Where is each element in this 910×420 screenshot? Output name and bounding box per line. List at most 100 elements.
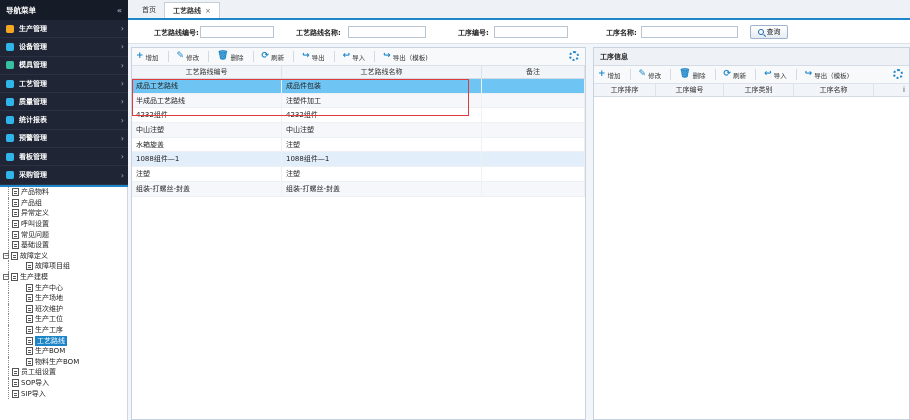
tree-item[interactable]: SOP导入 bbox=[0, 377, 127, 389]
export-template-label: 导出（模板) bbox=[392, 53, 428, 62]
tree-item[interactable]: 生产BOM bbox=[0, 345, 127, 357]
process-name-label: 工序名称: bbox=[606, 29, 637, 37]
tree-item[interactable]: SIP导入 bbox=[0, 388, 127, 399]
tree-item[interactable]: 产品物料 bbox=[0, 187, 127, 198]
tree-item[interactable]: 员工组设置 bbox=[0, 367, 127, 378]
col-route-name[interactable]: 工艺路线名称 bbox=[282, 66, 482, 78]
document-icon bbox=[12, 378, 19, 387]
sidebar-item-2[interactable]: 模具管理 › bbox=[0, 57, 128, 75]
tree-item[interactable]: 物料生产BOM bbox=[0, 356, 127, 368]
export-template-button[interactable]: ↪ 导出（模板) bbox=[383, 52, 428, 62]
export-button[interactable]: ↪ 导出 bbox=[302, 52, 325, 62]
refresh-button[interactable]: ⟳ 刷新 bbox=[724, 70, 747, 80]
sidebar-item-1[interactable]: 设备管理 › bbox=[0, 38, 128, 57]
tree-item-label: 故障定义 bbox=[20, 251, 48, 260]
add-button[interactable]: + 增加 bbox=[136, 52, 159, 62]
process-name-input[interactable] bbox=[641, 26, 738, 38]
col-route-code[interactable]: 工艺路线编号 bbox=[132, 66, 282, 78]
chevron-right-icon: › bbox=[120, 97, 124, 107]
route-name-input[interactable] bbox=[348, 26, 426, 38]
table-cell: 组装-打螺丝-封盖 bbox=[282, 181, 482, 196]
close-icon[interactable]: × bbox=[205, 7, 211, 15]
tree-line bbox=[8, 218, 9, 230]
add-button[interactable]: + 增加 bbox=[598, 70, 621, 80]
tab-process-route[interactable]: 工艺路线 × bbox=[164, 2, 220, 18]
gear-icon[interactable] bbox=[893, 69, 903, 79]
chevron-right-icon: › bbox=[120, 42, 124, 52]
sidebar-item-label: 模具管理 bbox=[19, 61, 47, 70]
table-row[interactable]: 4232组件 4232组件 bbox=[132, 108, 585, 124]
tree-item-label: 产品物料 bbox=[21, 188, 49, 197]
export-template-icon: ↪ bbox=[804, 69, 813, 79]
table-cell bbox=[482, 137, 585, 152]
toolbar-divider bbox=[333, 51, 335, 62]
import-label: 导入 bbox=[352, 53, 366, 62]
sidebar-item-7[interactable]: 看板管理 › bbox=[0, 148, 128, 167]
export-icon: ↪ bbox=[302, 51, 310, 61]
tree-line bbox=[8, 239, 9, 251]
tree-item[interactable]: 工艺路线 bbox=[0, 335, 127, 346]
sidebar-item-0[interactable]: 生产管理 › bbox=[0, 20, 128, 39]
tree-line bbox=[8, 377, 9, 389]
sidebar-item-4[interactable]: 质量管理 › bbox=[0, 93, 128, 112]
table-row[interactable]: 中山注塑 中山注塑 bbox=[132, 123, 585, 138]
tree-item[interactable]: 生产场地 bbox=[0, 292, 127, 304]
tree-item[interactable]: 产品组 bbox=[0, 197, 127, 209]
collapse-icon[interactable]: « bbox=[117, 6, 122, 15]
table-row[interactable]: 水箱旋盖 注塑 bbox=[132, 137, 585, 153]
sidebar-item-3[interactable]: 工艺管理 › bbox=[0, 75, 128, 94]
table-row[interactable]: 注塑 注塑 bbox=[132, 167, 585, 182]
edit-label: 修改 bbox=[186, 53, 200, 62]
route-code-input[interactable] bbox=[200, 26, 274, 38]
tree-line bbox=[8, 367, 9, 378]
tab-home[interactable]: 首页 bbox=[134, 2, 164, 18]
gear-icon[interactable] bbox=[569, 51, 579, 61]
tree-item[interactable]: − 生产建模 bbox=[0, 271, 127, 283]
sidebar-item-5[interactable]: 统计报表 › bbox=[0, 111, 128, 130]
tree-item-label: 生产中心 bbox=[35, 283, 63, 292]
tree-item[interactable]: 生产工位 bbox=[0, 314, 127, 325]
gear-icon bbox=[6, 24, 14, 33]
refresh-button[interactable]: ⟳ 刷新 bbox=[262, 52, 285, 62]
delete-label: 删除 bbox=[230, 53, 244, 62]
tree-line bbox=[8, 303, 9, 315]
edit-button[interactable]: ✎ 修改 bbox=[177, 52, 200, 62]
delete-label: 删除 bbox=[692, 71, 706, 80]
tree-item[interactable]: 常见问题 bbox=[0, 229, 127, 240]
process-code-input[interactable] bbox=[494, 26, 568, 38]
col-process-type[interactable]: 工序类别 bbox=[724, 84, 794, 96]
sidebar-item-8[interactable]: 采购管理 › bbox=[0, 166, 128, 185]
edit-button[interactable]: ✎ 修改 bbox=[639, 70, 662, 80]
refresh-icon: ⟳ bbox=[723, 69, 732, 79]
tree-item[interactable]: − 故障定义 bbox=[0, 250, 127, 262]
table-row[interactable]: 成品工艺路线 成品件包装 bbox=[132, 79, 585, 94]
table-row[interactable]: 1088组件—1 1088组件—1 bbox=[132, 152, 585, 168]
tree-item[interactable]: 呼叫设置 bbox=[0, 218, 127, 230]
delete-button[interactable]: 🗑 删除 bbox=[679, 70, 705, 80]
tree-item[interactable]: 生产中心 bbox=[0, 282, 127, 293]
export-template-button[interactable]: ↪ 导出（模板) bbox=[805, 70, 850, 80]
tree-item[interactable]: 异常定义 bbox=[0, 208, 127, 219]
import-button[interactable]: ↩ 导入 bbox=[764, 70, 787, 80]
sidebar-item-6[interactable]: 预警管理 › bbox=[0, 130, 128, 149]
col-remark[interactable]: 备注 bbox=[482, 66, 585, 78]
tree-item[interactable]: 生产工序 bbox=[0, 324, 127, 336]
table-row[interactable]: 组装-打螺丝-封盖 组装-打螺丝-封盖 bbox=[132, 181, 585, 197]
tree-item[interactable]: 班次维护 bbox=[0, 303, 127, 315]
tree-item[interactable]: 故障项目组 bbox=[0, 261, 127, 272]
import-icon: ↩ bbox=[342, 51, 351, 61]
tree-item-label: SIP导入 bbox=[21, 389, 46, 398]
col-process-order[interactable]: 工序排序 bbox=[594, 84, 656, 96]
sidebar-item-label: 统计报表 bbox=[19, 116, 47, 125]
document-icon bbox=[12, 368, 19, 377]
query-button[interactable]: 查询 bbox=[750, 25, 788, 39]
table-row[interactable]: 半成品工艺路线 注塑件加工 bbox=[132, 93, 585, 109]
tree-item[interactable]: 基础设置 bbox=[0, 239, 127, 251]
sidebar-tree: 产品物料 产品组 异常定义 呼叫设置 常见问题 基础设置 − 故障定义 故障项目组 − 生产建模 生产… bbox=[0, 187, 128, 420]
col-process-name[interactable]: 工序名称 bbox=[794, 84, 874, 96]
toolbar-divider bbox=[167, 51, 169, 62]
import-button[interactable]: ↩ 导入 bbox=[343, 52, 366, 62]
tree-line bbox=[8, 282, 9, 293]
delete-button[interactable]: 🗑 删除 bbox=[217, 52, 243, 62]
col-process-code[interactable]: 工序编号 bbox=[656, 84, 724, 96]
